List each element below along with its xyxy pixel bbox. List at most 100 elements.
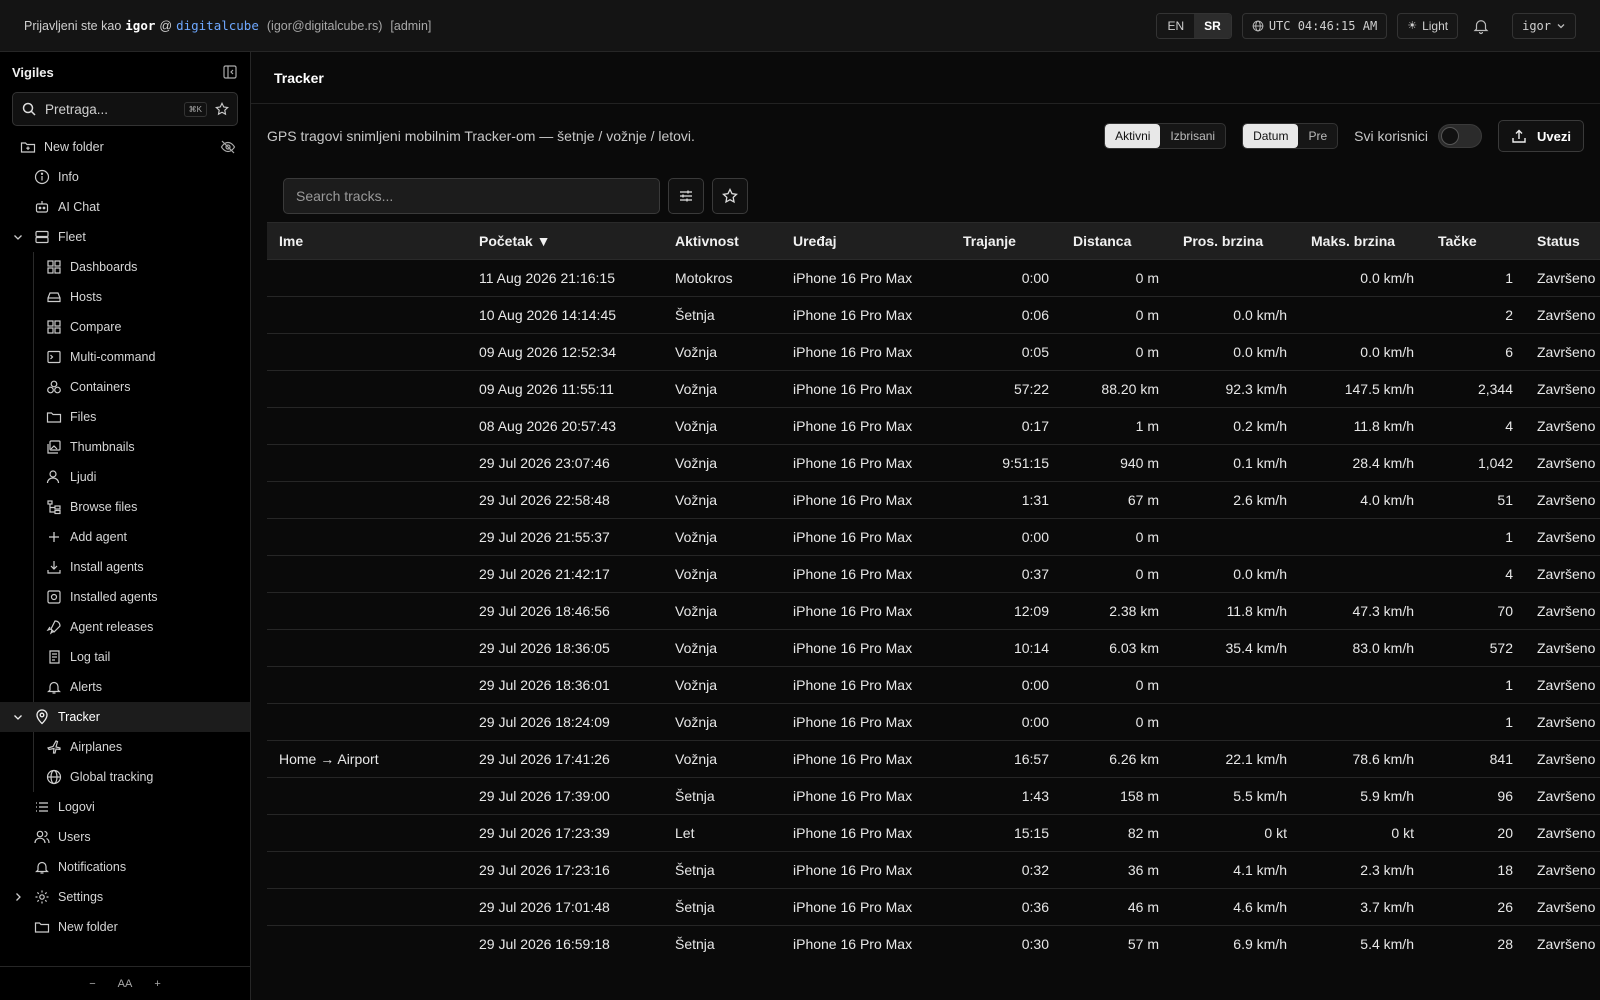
- sidebar-item-installed-agents[interactable]: Installed agents: [0, 582, 250, 612]
- cell-duration: 1:31: [1021, 492, 1049, 508]
- table-row[interactable]: 29 Jul 2026 17:23:16 Šetnja iPhone 16 Pro …: [267, 852, 1600, 889]
- cell-avg-speed: [1171, 667, 1299, 704]
- table-row[interactable]: 29 Jul 2026 17:39:00 Šetnja iPhone 16 Pro …: [267, 778, 1600, 815]
- filter-active-button[interactable]: Aktivni: [1105, 124, 1161, 148]
- sidebar-item-hosts[interactable]: Hosts: [0, 282, 250, 312]
- table-row[interactable]: 29 Jul 2026 18:24:09 Vožnja iPhone 16 Pro …: [267, 704, 1600, 741]
- sidebar-item-agent-releases[interactable]: Agent releases: [0, 612, 250, 642]
- cell-distance: 6.26 km: [1109, 751, 1159, 767]
- status-filter: Aktivni Izbrisani: [1104, 123, 1227, 149]
- clock-button[interactable]: UTC 04:46:15 AM: [1241, 12, 1388, 39]
- column-header-max-speed[interactable]: Maks. brzina: [1299, 222, 1426, 260]
- sidebar-item-notifications[interactable]: Notifications: [0, 852, 250, 882]
- language-switch: EN SR: [1156, 12, 1232, 39]
- sidebar-item-dashboards[interactable]: Dashboards: [0, 252, 250, 282]
- user-role: [admin]: [390, 18, 432, 33]
- theme-toggle[interactable]: ☀ Light: [1397, 12, 1459, 39]
- cell-distance: 158 m: [1120, 788, 1159, 804]
- sidebar-item-log-tail[interactable]: Log tail: [0, 642, 250, 672]
- sidebar-item-thumbnails[interactable]: Thumbnails: [0, 432, 250, 462]
- table-row[interactable]: 29 Jul 2026 18:36:01 Vožnja iPhone 16 Pro …: [267, 667, 1600, 704]
- track-search-input[interactable]: Search tracks...: [283, 178, 660, 214]
- sidebar-item-tracker[interactable]: Tracker: [0, 702, 250, 732]
- star-icon: [722, 188, 738, 204]
- favorites-button[interactable]: [712, 178, 748, 214]
- column-header-avg-speed[interactable]: Pros. brzina: [1171, 222, 1299, 260]
- sidebar-item-new-folder[interactable]: New folder: [0, 132, 250, 162]
- table-row[interactable]: Home → Airport 29 Jul 2026 17:41:26 Vožnja…: [267, 741, 1600, 778]
- column-header-start[interactable]: Početak ▼: [467, 222, 663, 260]
- lang-en-button[interactable]: EN: [1157, 13, 1195, 38]
- table-row[interactable]: 29 Jul 2026 21:55:37 Vožnja iPhone 16 Pro …: [267, 519, 1600, 556]
- sidebar-item-files[interactable]: Files: [0, 402, 250, 432]
- table-row[interactable]: 09 Aug 2026 11:55:11 Vožnja iPhone 16 Pro …: [267, 371, 1600, 408]
- sidebar-item-compare[interactable]: Compare: [0, 312, 250, 342]
- table-row[interactable]: 29 Jul 2026 18:46:56 Vožnja iPhone 16 Pro …: [267, 593, 1600, 630]
- sidebar-item-airplanes[interactable]: Airplanes: [0, 732, 250, 762]
- column-header-device[interactable]: Uređaj: [781, 222, 951, 260]
- table-row[interactable]: 29 Jul 2026 22:58:48 Vožnja iPhone 16 Pro …: [267, 482, 1600, 519]
- table-row[interactable]: 09 Aug 2026 12:52:34 Vožnja iPhone 16 Pro …: [267, 334, 1600, 371]
- font-size-label: AA: [117, 977, 133, 990]
- eye-off-icon[interactable]: [220, 139, 236, 155]
- sort-date-button[interactable]: Datum: [1243, 124, 1299, 148]
- cell-duration: 0:30: [1021, 936, 1049, 952]
- chevron-right-icon[interactable]: [12, 891, 24, 903]
- sidebar-item-info[interactable]: Info: [0, 162, 250, 192]
- table-row[interactable]: 29 Jul 2026 21:42:17 Vožnja iPhone 16 Pro …: [267, 556, 1600, 593]
- cell-device: iPhone 16 Pro Max: [793, 566, 913, 582]
- table-row[interactable]: 29 Jul 2026 17:23:39 Let iPhone 16 Pro Max…: [267, 815, 1600, 852]
- table-row[interactable]: 10 Aug 2026 14:14:45 Šetnja iPhone 16 Pro …: [267, 297, 1600, 334]
- chevron-down-icon[interactable]: [12, 231, 24, 243]
- sidebar-item-ai-chat[interactable]: AI Chat: [0, 192, 250, 222]
- sidebar-item-add-agent[interactable]: Add agent: [0, 522, 250, 552]
- column-header-status[interactable]: Status: [1525, 222, 1600, 260]
- import-button[interactable]: Uvezi: [1498, 120, 1584, 152]
- sidebar-item-label: Airplanes: [70, 740, 123, 754]
- sidebar-item-label: Fleet: [58, 230, 86, 244]
- sidebar-item-alerts[interactable]: Alerts: [0, 672, 250, 702]
- sidebar-collapse-icon[interactable]: [222, 64, 238, 80]
- lang-sr-button[interactable]: SR: [1194, 13, 1231, 38]
- cell-points: 1: [1505, 270, 1513, 286]
- column-header-distance[interactable]: Distanca: [1061, 222, 1171, 260]
- table-row[interactable]: 11 Aug 2026 21:16:15 Motokros iPhone 16 Pr…: [267, 260, 1600, 297]
- sidebar-item-global-tracking[interactable]: Global tracking: [0, 762, 250, 792]
- sidebar-item-install-agents[interactable]: Install agents: [0, 552, 250, 582]
- column-header-duration[interactable]: Trajanje: [951, 222, 1061, 260]
- sidebar-item-fleet[interactable]: Fleet: [0, 222, 250, 252]
- cell-avg-speed: 2.6 km/h: [1233, 492, 1287, 508]
- sidebar-item-containers[interactable]: Containers: [0, 372, 250, 402]
- sidebar-item-ljudi[interactable]: Ljudi: [0, 462, 250, 492]
- cell-device: iPhone 16 Pro Max: [793, 455, 913, 471]
- chevron-down-icon[interactable]: [12, 711, 24, 723]
- cell-max-speed: [1299, 519, 1426, 556]
- sort-before-button[interactable]: Pre: [1298, 124, 1337, 148]
- sidebar-item-label: Logovi: [58, 800, 95, 814]
- all-users-switch[interactable]: [1438, 124, 1483, 148]
- column-header-name[interactable]: Ime: [267, 222, 467, 260]
- table-row[interactable]: 29 Jul 2026 17:01:48 Šetnja iPhone 16 Pro …: [267, 889, 1600, 926]
- font-decrease-button[interactable]: −: [89, 978, 95, 990]
- sidebar-item-multi-command[interactable]: Multi-command: [0, 342, 250, 372]
- sidebar-item-browse-files[interactable]: Browse files: [0, 492, 250, 522]
- sidebar-item-settings[interactable]: Settings: [0, 882, 250, 912]
- notifications-button[interactable]: [1468, 13, 1494, 39]
- table-row[interactable]: 29 Jul 2026 23:07:46 Vožnja iPhone 16 Pro …: [267, 445, 1600, 482]
- sidebar-item-new-folder-2[interactable]: New folder: [0, 912, 250, 942]
- filter-settings-button[interactable]: [668, 178, 704, 214]
- star-icon[interactable]: [215, 102, 229, 116]
- info-icon: [34, 169, 50, 185]
- table-row[interactable]: 29 Jul 2026 18:36:05 Vožnja iPhone 16 Pro …: [267, 630, 1600, 667]
- sidebar-item-logovi[interactable]: Logovi: [0, 792, 250, 822]
- sidebar-search[interactable]: Pretraga... ⌘K: [12, 92, 238, 126]
- filter-deleted-button[interactable]: Izbrisani: [1160, 124, 1225, 148]
- column-header-activity[interactable]: Aktivnost: [663, 222, 781, 260]
- column-header-points[interactable]: Tačke: [1426, 222, 1525, 260]
- org-link[interactable]: digitalcube: [176, 18, 259, 33]
- table-row[interactable]: 08 Aug 2026 20:57:43 Vožnja iPhone 16 Pro …: [267, 408, 1600, 445]
- user-menu[interactable]: igor: [1512, 12, 1576, 39]
- table-row[interactable]: 29 Jul 2026 16:59:18 Šetnja iPhone 16 Pro …: [267, 926, 1600, 962]
- font-increase-button[interactable]: +: [154, 978, 160, 990]
- sidebar-item-users[interactable]: Users: [0, 822, 250, 852]
